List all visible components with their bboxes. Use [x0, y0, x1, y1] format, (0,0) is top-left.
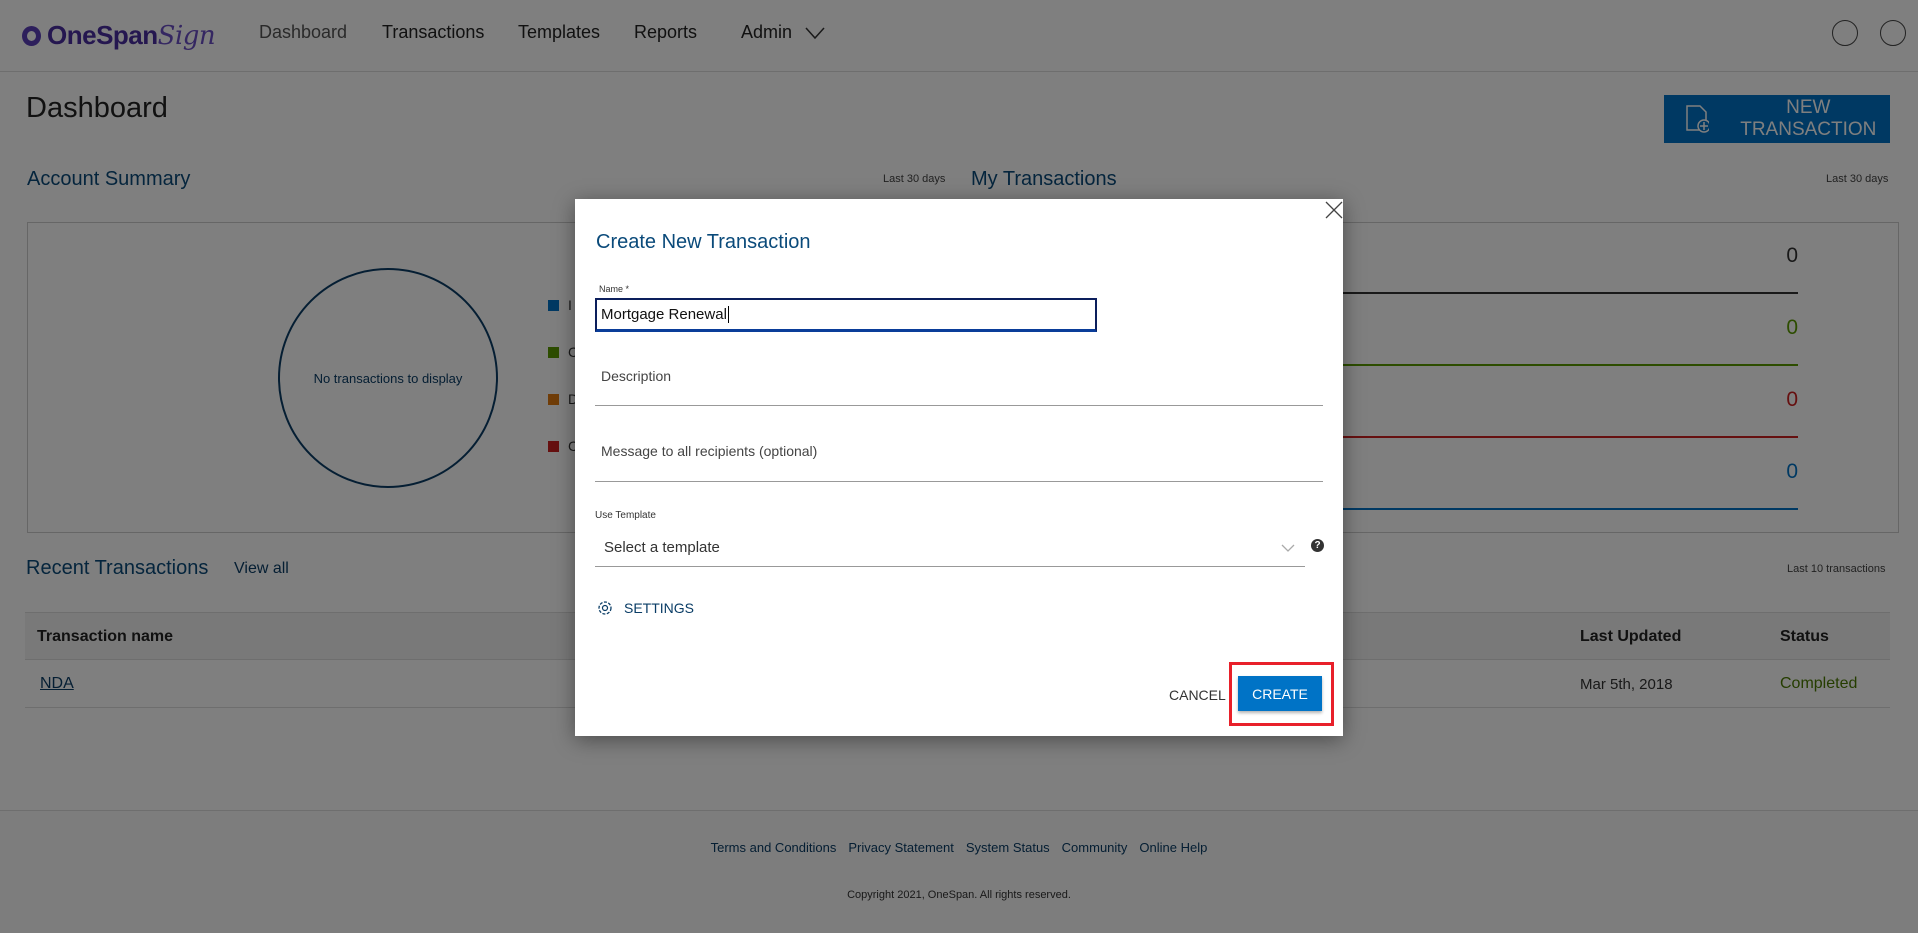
name-value: Mortgage Renewal	[601, 306, 727, 323]
gear-icon	[598, 601, 612, 615]
description-underline	[595, 405, 1323, 406]
settings-label: SETTINGS	[624, 600, 695, 616]
settings-button[interactable]: SETTINGS	[596, 599, 694, 617]
dialog-title: Create New Transaction	[596, 231, 811, 253]
template-selected-value: Select a template	[604, 539, 720, 556]
message-underline	[595, 481, 1323, 482]
create-transaction-dialog: Create New Transaction Name * Mortgage R…	[575, 199, 1343, 736]
help-icon[interactable]: ?	[1311, 539, 1324, 552]
cancel-button[interactable]: CANCEL	[1169, 687, 1226, 703]
name-input[interactable]: Mortgage Renewal	[595, 298, 1097, 332]
description-input[interactable]: Description	[601, 368, 671, 384]
template-select[interactable]: Select a template	[595, 534, 1305, 567]
close-icon[interactable]	[1325, 201, 1343, 219]
create-button[interactable]: CREATE	[1238, 676, 1322, 711]
template-label: Use Template	[595, 510, 656, 521]
message-input[interactable]: Message to all recipients (optional)	[601, 443, 817, 459]
name-label: Name *	[599, 284, 630, 294]
chevron-down-icon	[1281, 544, 1295, 552]
